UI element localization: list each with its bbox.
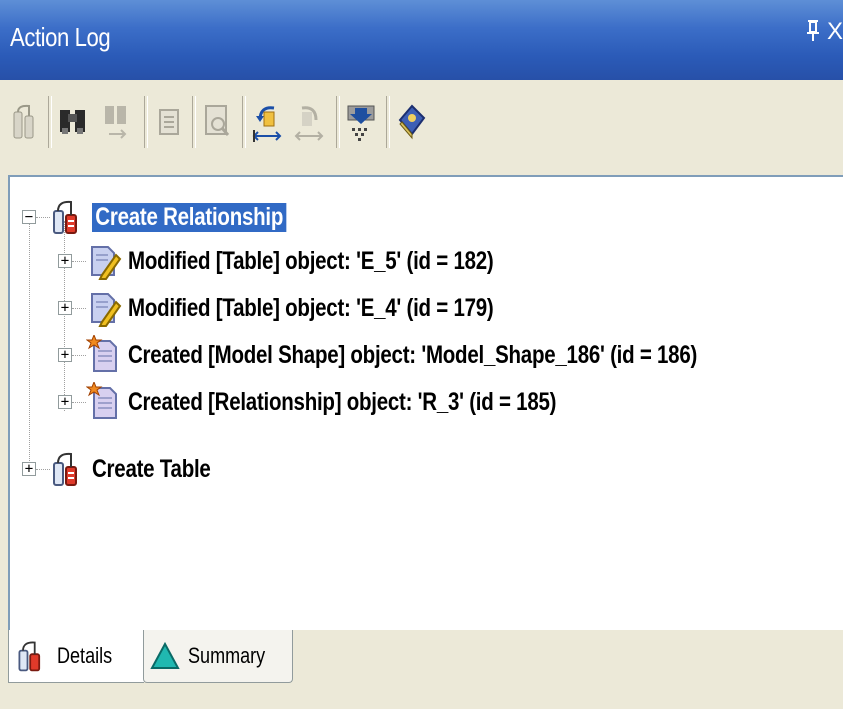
undo-icon[interactable] [250, 98, 284, 146]
triangle-icon [150, 641, 180, 669]
tree-node-label[interactable]: Modified [Table] object: 'E_4' (id = 179… [128, 294, 494, 323]
created-object-icon [86, 335, 117, 372]
expand-toggle[interactable]: + [58, 395, 72, 409]
redo-icon[interactable] [292, 98, 326, 146]
modified-object-icon [91, 246, 122, 280]
help-book-icon[interactable] [394, 98, 428, 146]
tree-node-label[interactable]: Create Table [92, 455, 211, 484]
tree-node-created-model-shape[interactable]: + Created [Model Shape] object: 'Model_S… [58, 333, 822, 377]
tree-node-modified-e4[interactable]: + Modified [Table] object: 'E_4' (id = 1… [58, 286, 574, 330]
tree-node-created-relationship[interactable]: + Created [Relationship] object: 'R_3' (… [58, 380, 650, 424]
binoculars-find-icon[interactable] [56, 98, 90, 146]
tree-node-label[interactable]: Create Relationship [92, 202, 287, 232]
transaction-icon [53, 200, 77, 234]
modified-object-icon [91, 293, 122, 327]
toolbar [0, 80, 843, 175]
properties-icon[interactable] [152, 98, 186, 146]
tree-node-create-relationship[interactable]: − Create Relationship [22, 195, 329, 239]
tree-node-label[interactable]: Created [Relationship] object: 'R_3' (id… [128, 388, 556, 417]
title-bar: Action Log X [0, 0, 843, 80]
preview-icon[interactable] [200, 98, 234, 146]
window-title: Action Log [10, 22, 111, 52]
expand-toggle[interactable]: + [58, 254, 72, 268]
created-object-icon [86, 382, 117, 419]
expand-toggle[interactable]: + [58, 348, 72, 362]
close-icon[interactable]: X [827, 18, 843, 46]
tab-details[interactable]: Details [8, 630, 144, 683]
tree-node-modified-e5[interactable]: + Modified [Table] object: 'E_5' (id = 1… [58, 239, 574, 283]
filter-icon[interactable] [344, 98, 378, 146]
pin-icon[interactable] [805, 18, 821, 49]
tab-summary[interactable]: Summary [143, 630, 293, 683]
expand-toggle[interactable]: + [58, 301, 72, 315]
action-log-tree: − Create Relationship + Modified [Table]… [8, 175, 843, 630]
tree-node-create-table[interactable]: + Create Table [22, 447, 237, 491]
tab-label: Summary [188, 643, 266, 668]
find-next-icon[interactable] [100, 98, 134, 146]
tree-node-label[interactable]: Modified [Table] object: 'E_5' (id = 182… [128, 247, 494, 276]
undo-stack-icon[interactable] [8, 98, 42, 146]
transaction-icon [18, 641, 41, 672]
expand-toggle[interactable]: + [22, 462, 36, 476]
tree-node-label[interactable]: Created [Model Shape] object: 'Model_Sha… [128, 341, 697, 370]
collapse-toggle[interactable]: − [22, 210, 36, 224]
tab-strip: Details Summary [0, 630, 843, 709]
tab-label: Details [57, 643, 113, 668]
transaction-icon [53, 452, 77, 486]
